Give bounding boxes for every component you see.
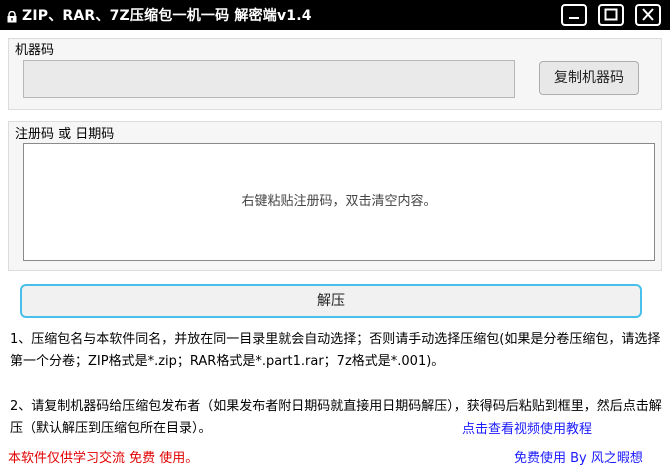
machine-code-label: 机器码 <box>15 43 55 58</box>
app-window: ZIP、RAR、7Z压缩包一机一码 解密端v1.4 机器码 复制机器码 注册码 … <box>0 0 670 468</box>
minimize-button[interactable] <box>561 4 587 26</box>
machine-code-group: 机器码 复制机器码 <box>8 38 662 110</box>
registration-label: 注册码 或 日期码 <box>15 127 115 142</box>
video-tutorial-link[interactable]: 点击查看视频使用教程 <box>462 418 592 437</box>
maximize-icon <box>604 8 618 21</box>
footer-notice: 本软件仅供学习交流 免费 使用。 <box>8 451 199 466</box>
title-bar[interactable]: ZIP、RAR、7Z压缩包一机一码 解密端v1.4 <box>0 0 670 30</box>
registration-group: 注册码 或 日期码 右键粘贴注册码，双击清空内容。 <box>8 121 662 271</box>
close-icon <box>642 8 654 21</box>
instruction-1: 1、压缩包名与本软件同名，并放在同一目录里就会自动选择；否则请手动选择压缩包(如… <box>10 332 661 369</box>
window-title: ZIP、RAR、7Z压缩包一机一码 解密端v1.4 <box>22 8 312 24</box>
registration-input[interactable]: 右键粘贴注册码，双击清空内容。 <box>23 143 655 261</box>
unzip-button[interactable]: 解压 <box>20 284 642 318</box>
machine-code-field[interactable] <box>23 60 515 98</box>
maximize-button[interactable] <box>598 4 624 26</box>
close-button[interactable] <box>635 4 661 26</box>
lock-icon <box>6 8 18 23</box>
footer-credit[interactable]: 免费使用 By 风之暇想 <box>514 447 643 466</box>
copy-machine-code-button[interactable]: 复制机器码 <box>539 61 639 95</box>
minimize-icon <box>569 17 579 19</box>
